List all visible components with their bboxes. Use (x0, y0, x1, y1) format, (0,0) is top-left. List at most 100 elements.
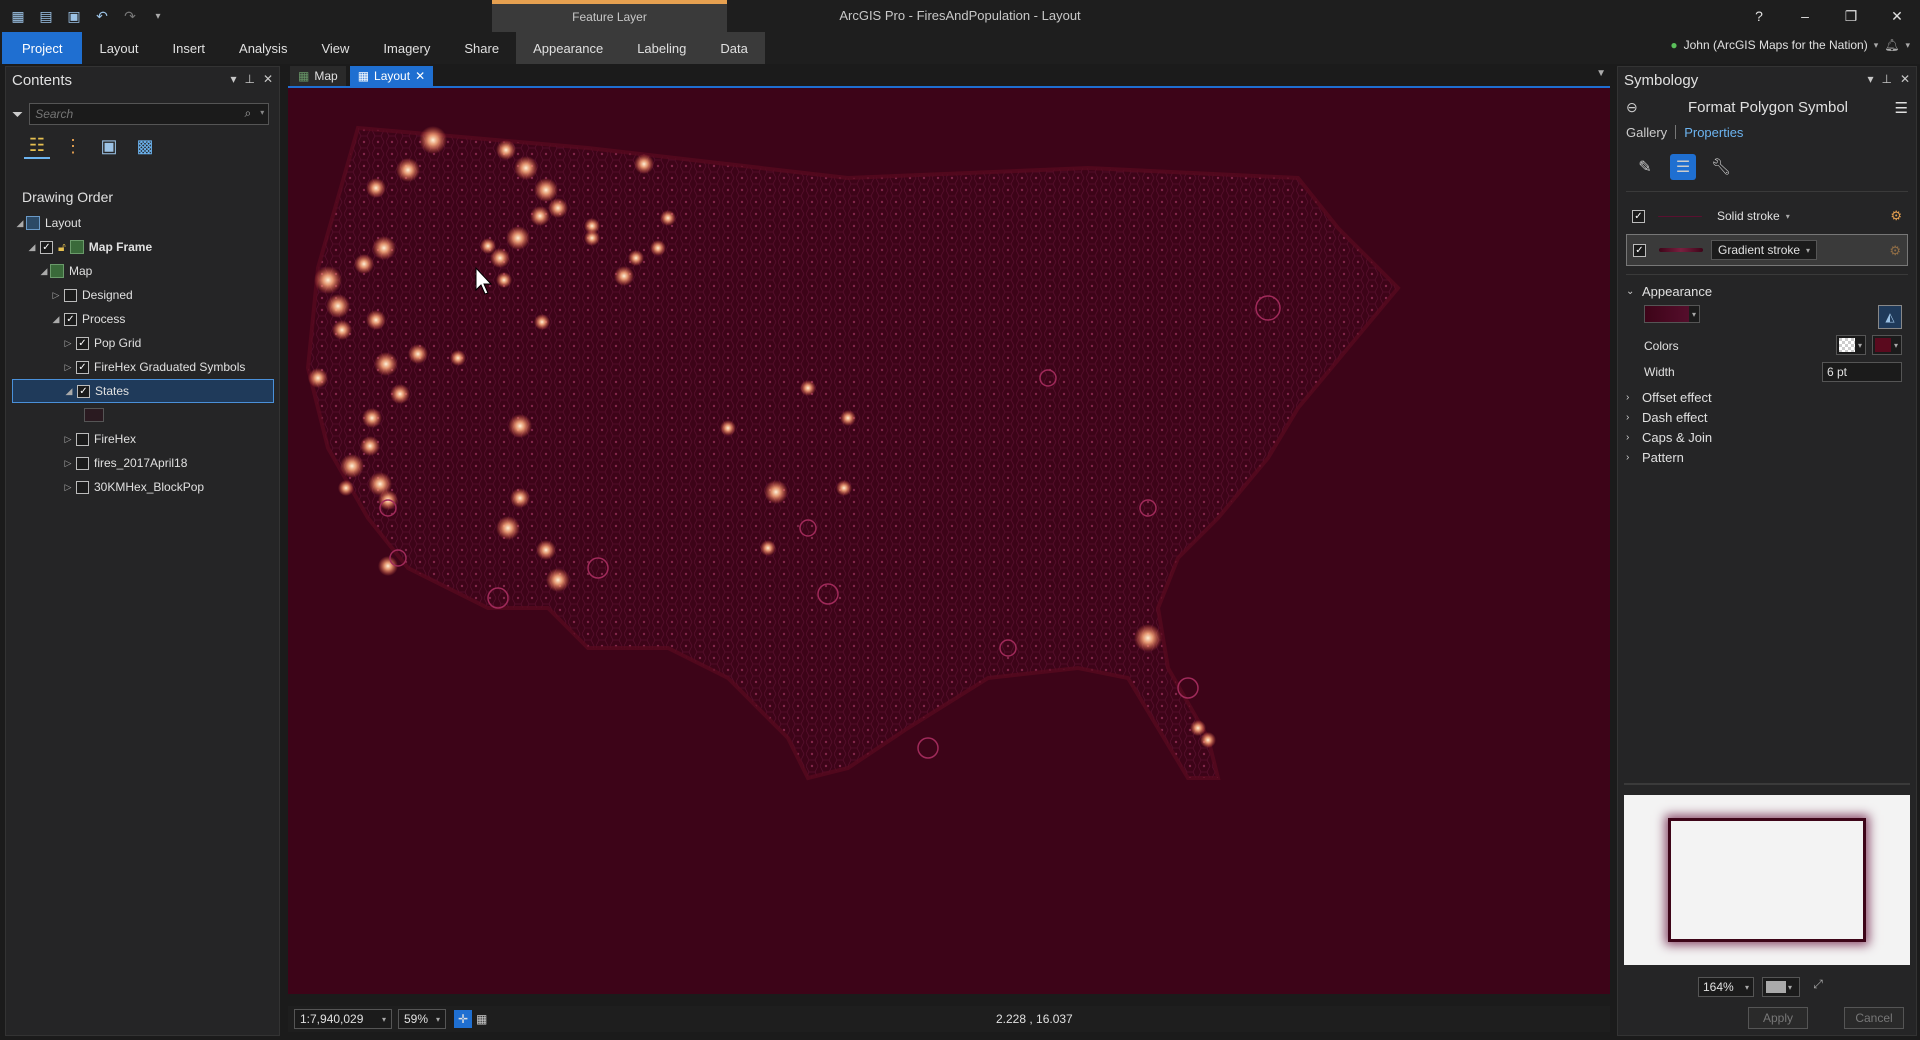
list-by-source-icon[interactable]: ⋮ (60, 133, 86, 159)
scale-combo[interactable]: 1:7,940,029 ▾ (294, 1009, 392, 1029)
search-options-icon[interactable]: ▾ (260, 108, 264, 117)
pattern-section[interactable]: › Pattern (1626, 447, 1908, 467)
maximize-button[interactable]: ❐ (1828, 0, 1874, 32)
preview-zoom-combo[interactable]: 164% ▾ (1698, 977, 1754, 997)
expand-icon[interactable]: ▷ (62, 458, 74, 469)
lock-icon[interactable]: 🔓︎ (58, 240, 66, 255)
close-icon[interactable]: ✕ (263, 72, 273, 86)
tree-item-30kmhex[interactable]: ▷ 30KMHex_BlockPop (12, 475, 274, 499)
tab-properties[interactable]: Properties (1684, 125, 1743, 140)
width-input[interactable] (1822, 362, 1902, 382)
expand-icon[interactable]: ▷ (62, 482, 74, 493)
apply-button[interactable]: Apply (1748, 1007, 1808, 1029)
close-icon[interactable]: ✕ (1900, 72, 1910, 86)
appearance-header[interactable]: ⌄ Appearance (1626, 281, 1908, 301)
tab-data[interactable]: Data (703, 32, 765, 64)
pane-options-icon[interactable]: ▾ (230, 72, 236, 86)
preview-fit-icon[interactable]: ⤢ (1808, 977, 1828, 997)
symbol-layer-solid-stroke[interactable]: ✓ Solid stroke ▾ ⚙ (1626, 200, 1908, 232)
tab-labeling[interactable]: Labeling (620, 32, 704, 64)
snapping-icon[interactable]: ✛ (454, 1010, 472, 1028)
collapse-icon[interactable]: ◢ (26, 242, 38, 253)
gradient-ramp-combo[interactable]: ▾ (1644, 305, 1700, 323)
contents-search-input[interactable] (29, 103, 270, 125)
cancel-button[interactable]: Cancel (1844, 1007, 1904, 1029)
wrench-icon[interactable]: 🔧︎ (1708, 154, 1734, 180)
tree-item-firehex-graduated[interactable]: ▷ ✓ FireHex Graduated Symbols (12, 355, 274, 379)
zoom-combo[interactable]: 59% ▾ (398, 1009, 446, 1029)
new-project-icon[interactable]: ▦ (8, 6, 28, 26)
expand-icon[interactable]: ▷ (50, 290, 62, 301)
collapse-icon[interactable]: ◢ (38, 266, 50, 277)
visibility-checkbox[interactable]: ✓ (76, 336, 89, 350)
save-icon[interactable]: ▣ (64, 6, 84, 26)
visibility-checkbox[interactable]: ✓ (76, 360, 89, 374)
redo-icon[interactable]: ↷ (120, 6, 140, 26)
tab-appearance[interactable]: Appearance (516, 32, 621, 64)
tab-layout[interactable]: Layout (82, 32, 155, 64)
help-button[interactable]: ? (1736, 0, 1782, 32)
map-canvas[interactable] (288, 88, 1610, 994)
layer-visibility-checkbox[interactable]: ✓ (1632, 209, 1645, 223)
symbol-swatch[interactable] (84, 408, 104, 422)
tree-item-layout[interactable]: ◢ Layout (12, 211, 274, 235)
layout-view[interactable] (288, 86, 1610, 994)
customize-toolbar-icon[interactable]: ▾ (148, 6, 168, 26)
preview-background-combo[interactable]: ▾ (1762, 977, 1800, 997)
visibility-checkbox[interactable]: ✓ (77, 384, 90, 398)
tree-item-map[interactable]: ◢ Map (12, 259, 274, 283)
tree-item-designed[interactable]: ▷ Designed (12, 283, 274, 307)
layers-icon[interactable]: ☰ (1670, 154, 1696, 180)
flip-ramp-icon[interactable]: ◭ (1878, 305, 1902, 329)
pin-icon[interactable]: ⊥ (244, 72, 254, 86)
visibility-checkbox[interactable] (76, 456, 89, 470)
grid-icon[interactable]: ▦ (476, 1012, 487, 1026)
back-icon[interactable]: ⊖ (1626, 99, 1638, 116)
search-icon[interactable]: ⌕ (244, 106, 251, 121)
undo-icon[interactable]: ↶ (92, 6, 112, 26)
expand-icon[interactable]: ▷ (62, 338, 74, 349)
collapse-icon[interactable]: ◢ (14, 218, 26, 229)
list-by-editing-icon[interactable]: ▩ (132, 133, 158, 159)
tab-share[interactable]: Share (447, 32, 516, 64)
tab-map[interactable]: ▦ Map (290, 66, 346, 86)
notification-bell-icon[interactable]: 🔔︎ (1884, 38, 1899, 52)
collapse-icon[interactable]: ◢ (50, 314, 62, 325)
tree-item-firehex[interactable]: ▷ FireHex (12, 427, 274, 451)
tree-item-fires[interactable]: ▷ fires_2017April18 (12, 451, 274, 475)
color-picker-1[interactable]: ▾ (1836, 335, 1866, 355)
offset-effect-section[interactable]: › Offset effect (1626, 387, 1908, 407)
visibility-checkbox[interactable] (64, 288, 77, 302)
color-picker-2[interactable]: ▾ (1872, 335, 1902, 355)
collapse-icon[interactable]: ◢ (63, 386, 75, 397)
user-info[interactable]: ● John (ArcGIS Maps for the Nation) ▾ 🔔︎… (1670, 38, 1910, 52)
tree-item-process[interactable]: ◢ ✓ Process (12, 307, 274, 331)
tree-item-states[interactable]: ◢ ✓ States (12, 379, 274, 403)
tab-insert[interactable]: Insert (156, 32, 223, 64)
tab-project[interactable]: Project (2, 32, 83, 64)
stroke-type-combo[interactable]: Gradient stroke ▾ (1711, 240, 1818, 260)
layer-visibility-checkbox[interactable]: ✓ (1633, 243, 1646, 257)
symbol-layer-gradient-stroke[interactable]: ✓ Gradient stroke ▾ ⚙ (1626, 234, 1908, 266)
menu-icon[interactable]: ☰ (1895, 99, 1908, 117)
expand-icon[interactable]: ▷ (62, 362, 74, 373)
tree-item-map-frame[interactable]: ◢ ✓ 🔓︎ Map Frame (12, 235, 274, 259)
visibility-checkbox[interactable]: ✓ (64, 312, 77, 326)
preview-splitter[interactable] (1624, 783, 1910, 785)
expand-ribbon-icon[interactable]: ▾ (1905, 40, 1910, 51)
tab-analysis[interactable]: Analysis (222, 32, 304, 64)
visibility-checkbox[interactable] (76, 480, 89, 494)
pin-icon[interactable]: ⊥ (1881, 72, 1891, 86)
minimize-button[interactable]: – (1782, 0, 1828, 32)
brush-icon[interactable]: ✎ (1632, 154, 1658, 180)
dash-effect-section[interactable]: › Dash effect (1626, 407, 1908, 427)
caps-join-section[interactable]: › Caps & Join (1626, 427, 1908, 447)
layer-properties-icon[interactable]: ⚙ (1890, 208, 1902, 224)
tab-imagery[interactable]: Imagery (366, 32, 447, 64)
tab-view[interactable]: View (304, 32, 366, 64)
list-by-drawing-order-icon[interactable]: ☷ (24, 133, 50, 159)
pane-options-icon[interactable]: ▾ (1867, 72, 1873, 86)
tab-list-icon[interactable]: ▼ (1596, 68, 1606, 79)
tab-gallery[interactable]: Gallery (1626, 125, 1667, 140)
tab-layout-view[interactable]: ▦ Layout ✕ (349, 66, 434, 86)
